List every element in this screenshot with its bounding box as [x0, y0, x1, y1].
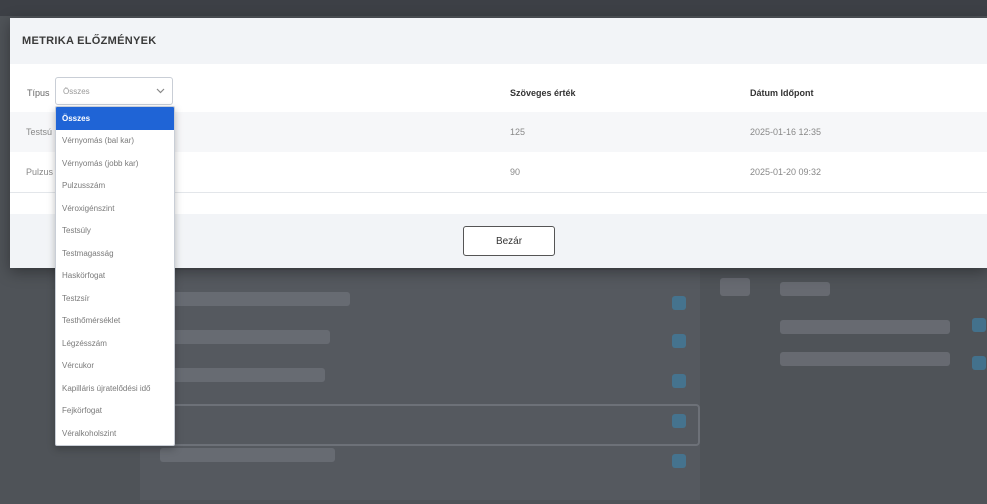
row-value: 125 — [510, 127, 526, 137]
row-type: Pulzus — [26, 167, 54, 177]
close-button[interactable]: Bezár — [463, 226, 555, 256]
background-row — [720, 278, 750, 296]
row-value: 90 — [510, 167, 521, 177]
dropdown-option[interactable]: Kapilláris újratelődési idő — [56, 377, 174, 400]
background-row — [780, 352, 950, 366]
background-row — [160, 292, 350, 306]
background-topbar — [0, 0, 987, 16]
dropdown-option[interactable]: Testhőmérséklet — [56, 310, 174, 333]
dropdown-option[interactable]: Fejkörfogat — [56, 400, 174, 423]
background-icon — [972, 318, 986, 332]
dropdown-option[interactable]: Véroxigénszint — [56, 197, 174, 220]
background-card — [148, 404, 700, 446]
dropdown-option[interactable]: Testsúly — [56, 220, 174, 243]
row-datetime: 2025-01-16 12:35 — [750, 127, 822, 137]
background-icon — [672, 454, 686, 468]
dropdown-option[interactable]: Légzésszám — [56, 332, 174, 355]
modal-header: METRIKA ELŐZMÉNYEK — [10, 18, 987, 64]
dropdown-option[interactable]: Pulzusszám — [56, 175, 174, 198]
background-icon — [672, 374, 686, 388]
background-icon — [972, 356, 986, 370]
background-icon — [672, 296, 686, 310]
modal-title: METRIKA ELŐZMÉNYEK — [22, 35, 157, 47]
dropdown-option[interactable]: Vérnyomás (bal kar) — [56, 130, 174, 153]
dropdown-option[interactable]: Haskörfogat — [56, 265, 174, 288]
dropdown-option[interactable]: Vércukor — [56, 355, 174, 378]
background-row — [160, 330, 330, 344]
row-datetime: 2025-01-20 09:32 — [750, 167, 822, 177]
dropdown-option[interactable]: Véralkoholszint — [56, 422, 174, 445]
row-type: Testsú — [26, 127, 53, 137]
background-icon — [672, 334, 686, 348]
dropdown-option[interactable]: Vérnyomás (jobb kar) — [56, 152, 174, 175]
background-row — [780, 320, 950, 334]
type-dropdown-list: Összes Vérnyomás (bal kar) Vérnyomás (jo… — [55, 106, 175, 446]
dropdown-option[interactable]: Testzsír — [56, 287, 174, 310]
background-icon — [672, 414, 686, 428]
background-row — [780, 282, 830, 296]
background-row — [160, 368, 325, 382]
dropdown-option[interactable]: Testmagasság — [56, 242, 174, 265]
dropdown-option[interactable]: Összes — [56, 107, 174, 130]
background-row — [160, 448, 335, 462]
